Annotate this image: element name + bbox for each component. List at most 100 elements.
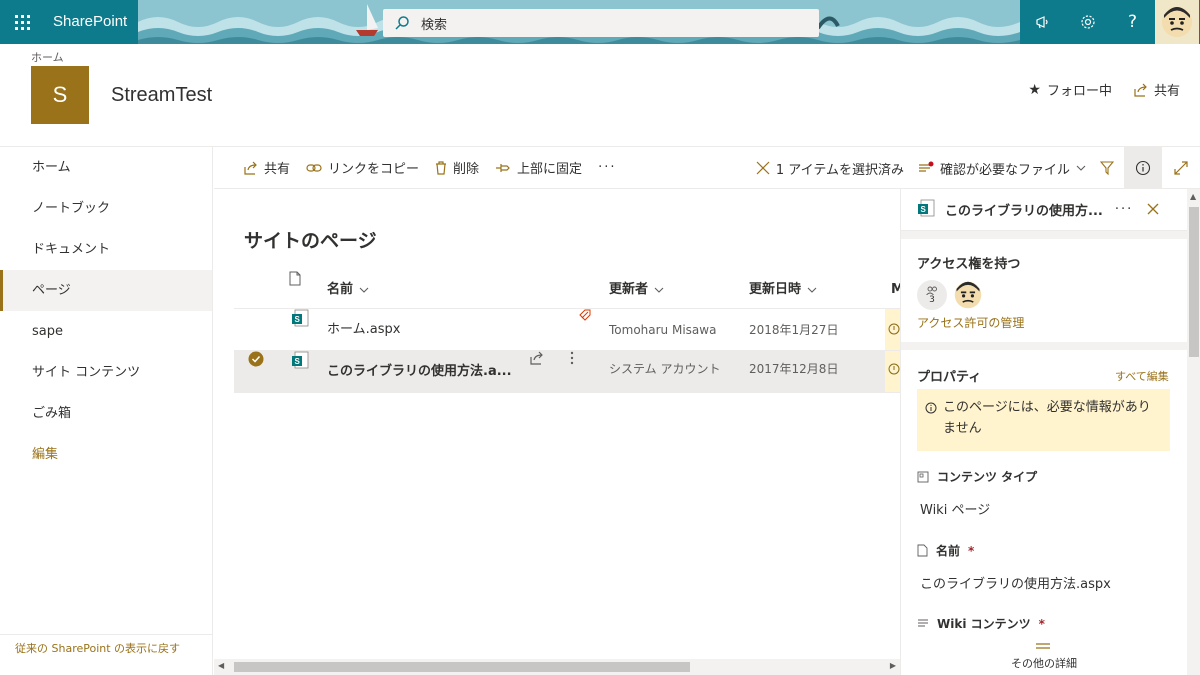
row-modified: 2018年1月27日 <box>749 323 839 337</box>
scrollbar-thumb[interactable] <box>1189 207 1199 357</box>
clear-selection-button[interactable]: 1 アイテムを選択済み <box>756 159 904 178</box>
info-icon <box>925 402 937 414</box>
search-placeholder: 検索 <box>421 17 448 33</box>
horizontal-scrollbar[interactable]: ◀ ▶ <box>214 659 900 675</box>
nav-item-recycle-bin[interactable]: ごみ箱 <box>0 393 212 434</box>
megaphone-icon[interactable] <box>1020 0 1065 44</box>
site-logo[interactable]: S <box>31 66 89 124</box>
brand-link[interactable]: SharePoint <box>44 0 138 44</box>
more-commands-button[interactable]: ··· <box>598 160 616 175</box>
sharepoint-page-icon: S <box>291 351 309 369</box>
share-button[interactable]: 共有 <box>244 158 290 177</box>
delete-button[interactable]: 削除 <box>435 158 479 177</box>
share-label: 共有 <box>264 162 291 177</box>
pin-to-top-label: 上部に固定 <box>517 162 583 177</box>
column-header-modified[interactable]: 更新日時 <box>749 271 817 309</box>
breadcrumb[interactable]: ホーム <box>31 49 64 65</box>
nav-item-pages[interactable]: ページ <box>0 270 212 311</box>
row-share-icon[interactable] <box>530 351 544 365</box>
copy-link-label: リンクをコピー <box>328 162 420 177</box>
name-label-text: 名前 <box>936 544 961 558</box>
search-icon <box>383 15 421 31</box>
page-title: サイトのページ <box>244 230 377 252</box>
filter-button[interactable] <box>1100 161 1114 175</box>
suite-actions: ? <box>1020 0 1200 44</box>
command-bar: 共有 リンクをコピー 削除 上部に固定 ··· 1 アイテムを選択済み 確認が必… <box>214 147 1200 189</box>
nav-item-home[interactable]: ホーム <box>0 147 212 188</box>
panel-header: S このライブラリの使用方... ··· <box>901 189 1187 231</box>
nav-item-sape[interactable]: sape <box>0 311 212 352</box>
row-checkmark-icon[interactable] <box>248 351 264 367</box>
more-details-icon[interactable] <box>1035 639 1051 654</box>
share-icon <box>244 161 257 175</box>
row-modified-by[interactable]: Tomoharu Misawa <box>609 309 716 351</box>
table-row[interactable]: S ホーム.aspx Tomoharu Misawa 2018年1月27日 <box>234 309 900 351</box>
expand-icon <box>1174 161 1188 175</box>
expand-button[interactable] <box>1162 147 1200 189</box>
nav-item-notebook[interactable]: ノートブック <box>0 188 212 229</box>
column-modified-label: 更新日時 <box>749 282 802 297</box>
search-box[interactable]: 検索 <box>383 9 819 37</box>
user-avatar-icon[interactable] <box>1155 0 1199 44</box>
row-name-link[interactable]: ホーム.aspx <box>327 309 400 351</box>
link-icon <box>306 163 322 172</box>
copy-link-button[interactable]: リンクをコピー <box>306 158 419 177</box>
access-heading: アクセス権を持つ <box>917 257 1021 272</box>
panel-close-icon[interactable] <box>1147 200 1159 219</box>
help-icon[interactable]: ? <box>1110 0 1155 44</box>
scroll-left-arrow[interactable]: ◀ <box>218 661 224 670</box>
required-info-warning[interactable] <box>885 309 900 350</box>
name-field-value[interactable]: このライブラリの使用方法.aspx <box>920 573 1111 592</box>
site-share-button[interactable]: 共有 <box>1134 80 1180 99</box>
content-type-value[interactable]: Wiki ページ <box>920 499 990 518</box>
view-switcher[interactable]: 確認が必要なファイル <box>918 159 1086 178</box>
file-type-icon[interactable] <box>289 271 301 286</box>
delete-label: 削除 <box>453 162 480 177</box>
selection-count: 1 アイテムを選択済み <box>775 162 904 178</box>
column-header-name[interactable]: 名前 <box>327 271 369 309</box>
info-icon <box>1135 160 1151 176</box>
trash-icon <box>436 160 447 175</box>
wiki-label-text: Wiki コンテンツ <box>937 617 1031 631</box>
scroll-up-arrow[interactable]: ▲ <box>1190 192 1196 201</box>
wiki-content-label: Wiki コンテンツ * <box>917 615 1045 632</box>
panel-more-button[interactable]: ··· <box>1115 202 1133 217</box>
column-header-modified-by[interactable]: 更新者 <box>609 271 664 309</box>
user-avatar-icon[interactable] <box>953 280 983 314</box>
row-more-icon[interactable] <box>570 351 574 365</box>
classic-view-link[interactable]: 従来の SharePoint の表示に戻す <box>0 634 213 675</box>
required-info-warning[interactable] <box>885 351 900 392</box>
row-name-link[interactable]: このライブラリの使用方法.a... <box>327 351 512 393</box>
waffle-icon[interactable] <box>0 0 44 44</box>
column-name-label: 名前 <box>327 282 354 297</box>
table-row-selected[interactable]: S このライブラリの使用方法.a... システム アカウント 2017年12月8… <box>234 351 900 393</box>
nav-item-documents[interactable]: ドキュメント <box>0 229 212 270</box>
required-marker: * <box>1038 616 1045 631</box>
library-view: サイトのページ 名前 更新者 更新日時 M S ホーム.aspx Tomohar… <box>214 189 904 675</box>
view-name: 確認が必要なファイル <box>939 162 1070 178</box>
nav-item-site-contents[interactable]: サイト コンテンツ <box>0 352 212 393</box>
scroll-right-arrow[interactable]: ▶ <box>890 661 896 670</box>
site-title[interactable]: StreamTest <box>111 84 212 107</box>
scrollbar-thumb[interactable] <box>234 662 690 672</box>
follow-button[interactable]: ★ フォロー中 <box>1028 80 1112 100</box>
more-details-link[interactable]: その他の詳細 <box>1011 655 1077 671</box>
info-pane-button[interactable] <box>1124 147 1162 189</box>
view-list-icon <box>918 161 934 172</box>
column-modified-by-label: 更新者 <box>609 282 649 297</box>
pin-to-top-button[interactable]: 上部に固定 <box>495 158 582 177</box>
nav-edit-link[interactable]: 編集 <box>0 434 212 475</box>
group-avatar[interactable]: 3 <box>917 280 947 310</box>
gear-icon[interactable] <box>1065 0 1110 44</box>
manage-access-link[interactable]: アクセス許可の管理 <box>917 314 1024 331</box>
site-actions: ★ フォロー中 共有 <box>1028 80 1180 100</box>
row-modified-by[interactable]: システム アカウント <box>609 351 720 387</box>
star-icon: ★ <box>1028 81 1041 98</box>
sharepoint-page-icon: S <box>291 309 309 327</box>
content-type-label: コンテンツ タイプ <box>917 468 1037 485</box>
people-icon <box>926 286 937 295</box>
content-type-label-text: コンテンツ タイプ <box>937 470 1038 484</box>
missing-info-notice: このページには、必要な情報がありません <box>917 389 1170 451</box>
edit-all-link[interactable]: すべて編集 <box>1115 368 1169 384</box>
vertical-scrollbar[interactable]: ▲ <box>1187 189 1200 675</box>
